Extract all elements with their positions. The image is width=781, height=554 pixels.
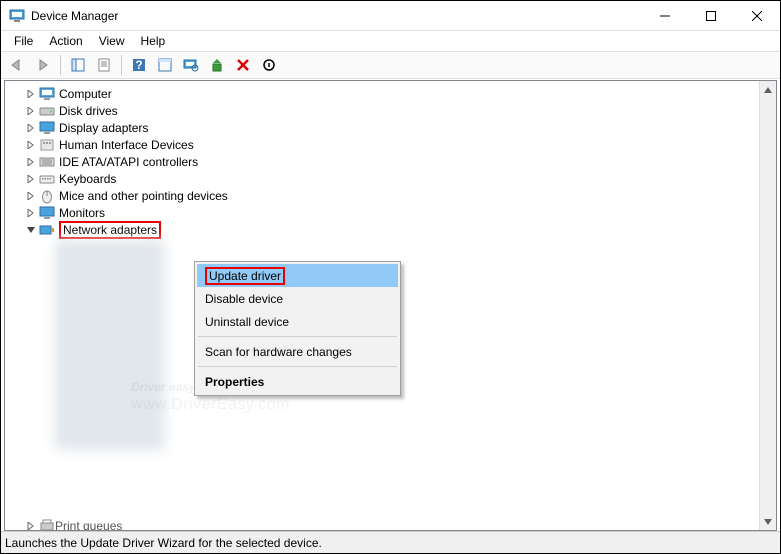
menu-help[interactable]: Help — [134, 32, 173, 50]
tree-node-ide[interactable]: IDE ATA/ATAPI controllers — [11, 153, 759, 170]
vertical-scrollbar[interactable] — [759, 81, 776, 530]
maximize-button[interactable] — [688, 1, 734, 31]
tree-label: Mice and other pointing devices — [59, 189, 228, 203]
scroll-down-button[interactable] — [760, 513, 776, 530]
tree-node-monitors[interactable]: Monitors — [11, 204, 759, 221]
disable-button[interactable] — [257, 54, 281, 76]
device-manager-icon — [9, 8, 25, 24]
context-item-label: Disable device — [205, 292, 283, 306]
back-button[interactable] — [5, 54, 29, 76]
window-title: Device Manager — [31, 9, 642, 23]
expand-icon[interactable] — [25, 105, 37, 117]
tree-label: Computer — [59, 87, 112, 101]
printer-icon — [39, 519, 55, 530]
expand-icon[interactable] — [25, 173, 37, 185]
statusbar-text: Launches the Update Driver Wizard for th… — [5, 536, 322, 550]
tree-label: Network adapters — [59, 221, 161, 239]
keyboard-icon — [39, 171, 55, 187]
tree-node-print-queues[interactable]: Print queues — [11, 519, 122, 530]
context-separator — [198, 336, 397, 337]
expand-icon[interactable] — [25, 190, 37, 202]
menu-file[interactable]: File — [7, 32, 40, 50]
tree-node-mice[interactable]: Mice and other pointing devices — [11, 187, 759, 204]
tree-node-computer[interactable]: Computer — [11, 85, 759, 102]
tree-label: Display adapters — [59, 121, 148, 135]
tree-node-network-adapters[interactable]: Network adapters — [11, 221, 759, 238]
disk-icon — [39, 103, 55, 119]
toolbar: ? — [1, 51, 780, 79]
context-update-driver[interactable]: Update driver — [197, 264, 398, 287]
scroll-up-button[interactable] — [760, 81, 776, 98]
context-properties[interactable]: Properties — [197, 370, 398, 393]
menu-view[interactable]: View — [92, 32, 132, 50]
display-adapter-icon — [39, 120, 55, 136]
scan-hardware-button[interactable] — [179, 54, 203, 76]
menubar: File Action View Help — [1, 31, 780, 51]
svg-text:?: ? — [135, 58, 142, 72]
context-item-label: Properties — [205, 375, 264, 389]
expand-icon[interactable] — [25, 122, 37, 134]
titlebar: Device Manager — [1, 1, 780, 31]
context-item-label: Uninstall device — [205, 315, 289, 329]
help-button[interactable]: ? — [127, 54, 151, 76]
tree-node-keyboards[interactable]: Keyboards — [11, 170, 759, 187]
tree-label: Monitors — [59, 206, 105, 220]
expand-icon[interactable] — [25, 139, 37, 151]
properties-button[interactable] — [92, 54, 116, 76]
update-driver-button[interactable] — [205, 54, 229, 76]
window-controls — [642, 1, 780, 31]
tree-label: Disk drives — [59, 104, 118, 118]
tree-label: Human Interface Devices — [59, 138, 194, 152]
context-scan-hardware[interactable]: Scan for hardware changes — [197, 340, 398, 363]
hid-icon — [39, 137, 55, 153]
context-item-label: Update driver — [205, 267, 285, 285]
statusbar: Launches the Update Driver Wizard for th… — [1, 531, 780, 553]
action-button[interactable] — [153, 54, 177, 76]
monitor-icon — [39, 205, 55, 221]
close-button[interactable] — [734, 1, 780, 31]
expand-icon[interactable] — [25, 156, 37, 168]
collapse-icon[interactable] — [25, 224, 37, 236]
forward-button[interactable] — [31, 54, 55, 76]
ide-icon — [39, 154, 55, 170]
tree-node-display-adapters[interactable]: Display adapters — [11, 119, 759, 136]
network-adapter-icon — [39, 222, 55, 238]
uninstall-button[interactable] — [231, 54, 255, 76]
tree-label: Print queues — [55, 519, 122, 530]
expand-icon[interactable] — [25, 207, 37, 219]
menu-action[interactable]: Action — [42, 32, 89, 50]
toolbar-separator — [60, 55, 61, 75]
mouse-icon — [39, 188, 55, 204]
context-item-label: Scan for hardware changes — [205, 345, 352, 359]
tree-label: Keyboards — [59, 172, 116, 186]
context-separator — [198, 366, 397, 367]
expand-icon[interactable] — [25, 88, 37, 100]
tree-node-hid[interactable]: Human Interface Devices — [11, 136, 759, 153]
show-hide-console-button[interactable] — [66, 54, 90, 76]
context-uninstall-device[interactable]: Uninstall device — [197, 310, 398, 333]
tree-node-disk-drives[interactable]: Disk drives — [11, 102, 759, 119]
minimize-button[interactable] — [642, 1, 688, 31]
context-menu: Update driver Disable device Uninstall d… — [194, 261, 401, 396]
toolbar-separator — [121, 55, 122, 75]
tree-label: IDE ATA/ATAPI controllers — [59, 155, 198, 169]
expand-icon[interactable] — [25, 520, 37, 530]
context-disable-device[interactable]: Disable device — [197, 287, 398, 310]
computer-icon — [39, 86, 55, 102]
network-adapter-children-blurred — [55, 240, 165, 450]
